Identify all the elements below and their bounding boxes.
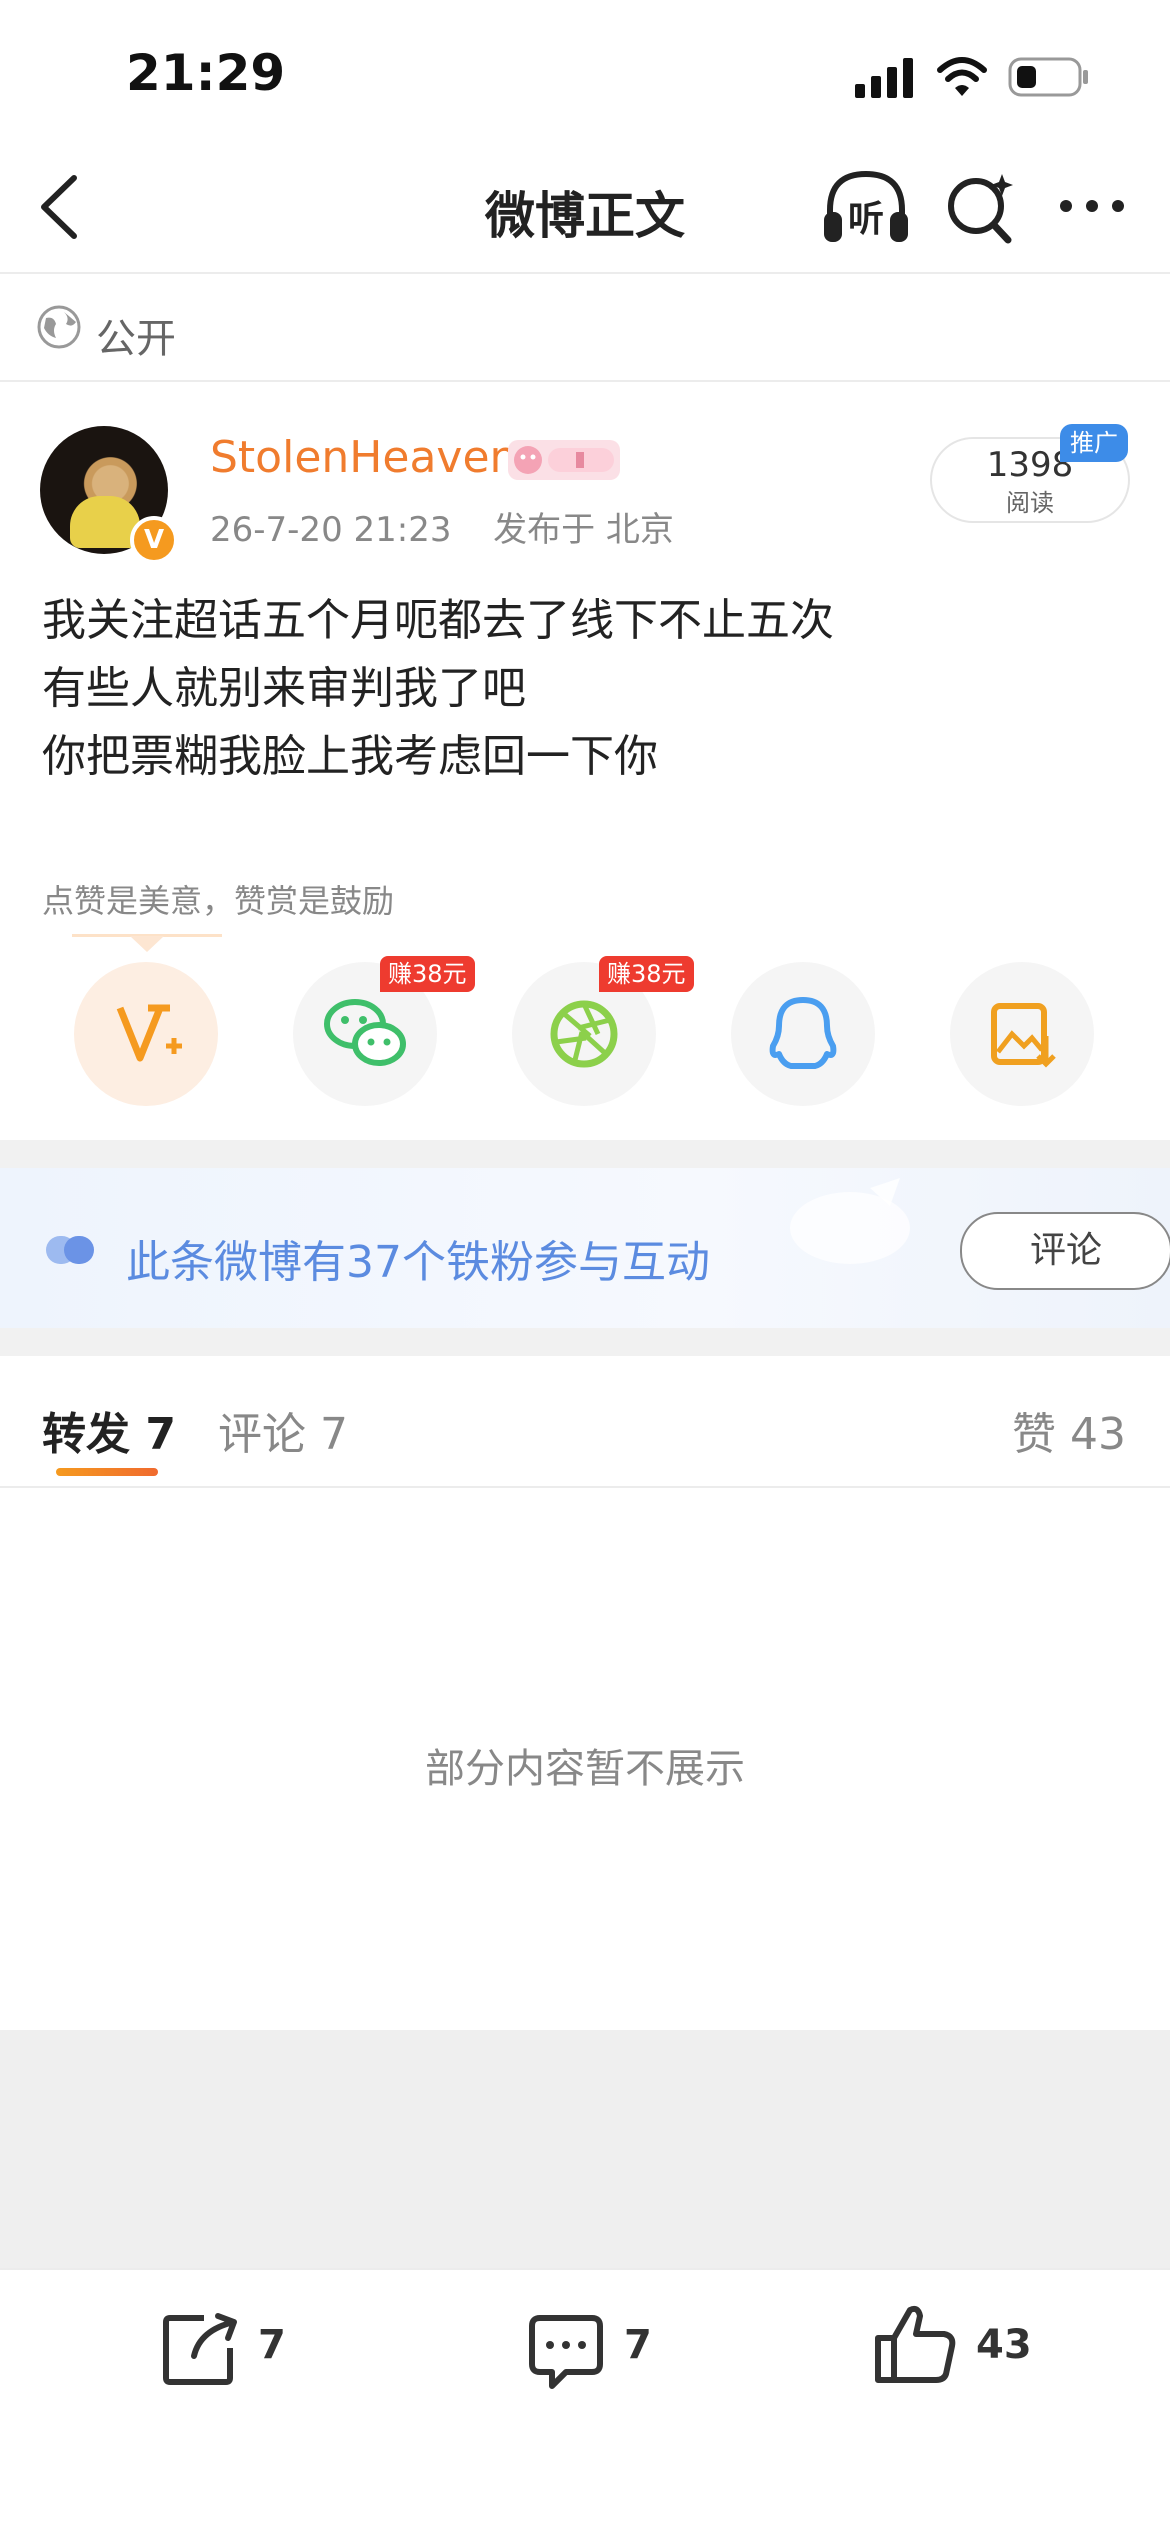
username[interactable]: StolenHeaven bbox=[210, 432, 517, 483]
search-sparkle-icon bbox=[948, 174, 1013, 244]
bottom-repost-button[interactable] bbox=[160, 2308, 310, 2398]
fan-interaction-text[interactable]: 此条微博有37个铁粉参与互动 bbox=[126, 1226, 710, 1290]
fan-comment-button[interactable]: 评论 bbox=[960, 1212, 1170, 1290]
more-dots-icon bbox=[1060, 200, 1124, 212]
share-qq-button[interactable] bbox=[731, 962, 875, 1106]
vplus-reward-button[interactable] bbox=[74, 962, 218, 1106]
tabs-divider bbox=[0, 1486, 1170, 1488]
search-button[interactable] bbox=[944, 170, 1016, 246]
promo-badge[interactable]: 推广 bbox=[1060, 424, 1128, 462]
cellular-signal-icon bbox=[855, 58, 917, 98]
image-download-icon bbox=[991, 1003, 1056, 1068]
empty-area bbox=[0, 2030, 1170, 2268]
nav-divider bbox=[0, 272, 1170, 274]
like-count: 43 bbox=[976, 2322, 1032, 2368]
post-text-line: 我关注超话五个月呃都去了线下不止五次 bbox=[42, 595, 834, 646]
comment-bubble-icon bbox=[529, 2315, 603, 2389]
post-meta: 26-7-20 21:23 发布于 北京 bbox=[210, 502, 674, 551]
thumbs-up-icon bbox=[875, 2305, 956, 2383]
listen-label: 听 bbox=[847, 199, 884, 240]
earn-badge: 赚38元 bbox=[380, 956, 475, 992]
globe-icon bbox=[36, 304, 82, 350]
reward-hint: 点赞是美意，赞赏是鼓励 bbox=[42, 882, 395, 920]
tab-comment[interactable]: 评论 7 bbox=[218, 1398, 348, 1462]
bottom-comment-button[interactable] bbox=[526, 2312, 676, 2402]
section-gap bbox=[0, 1328, 1170, 1356]
battery-icon bbox=[1008, 55, 1090, 99]
post-text-line: 有些人就别来审判我了吧 bbox=[42, 663, 526, 714]
bottom-like-button[interactable] bbox=[874, 2302, 1074, 2392]
status-time: 21:29 bbox=[126, 44, 286, 102]
hidden-content-note: 部分内容暂不展示 bbox=[425, 1746, 745, 1792]
repost-count: 7 bbox=[258, 2322, 286, 2368]
read-label: 阅读 bbox=[1006, 489, 1054, 517]
section-gap bbox=[0, 1140, 1170, 1168]
comment-count: 7 bbox=[624, 2322, 652, 2368]
wifi-icon bbox=[936, 56, 988, 98]
tab-active-indicator bbox=[56, 1468, 158, 1476]
reward-pointer-icon bbox=[130, 936, 164, 954]
verified-badge-icon: V bbox=[130, 516, 178, 564]
vplus-icon bbox=[116, 1004, 182, 1062]
visibility-label: 公开 bbox=[96, 316, 176, 362]
earn-badge: 赚38元 bbox=[599, 956, 694, 992]
share-icon bbox=[163, 2313, 237, 2385]
more-button[interactable] bbox=[1056, 190, 1128, 222]
qq-penguin-icon bbox=[769, 997, 837, 1069]
post-location: 发布于 北京 bbox=[493, 510, 674, 550]
fan-icon bbox=[46, 1232, 104, 1268]
tab-like[interactable]: 赞 43 bbox=[1012, 1398, 1126, 1462]
visibility-divider bbox=[0, 380, 1170, 382]
listen-button[interactable]: 听 bbox=[822, 168, 910, 248]
post-timestamp: 26-7-20 21:23 bbox=[210, 510, 452, 550]
fan-badge-icon[interactable] bbox=[508, 440, 620, 480]
post-text-line: 你把票糊我脸上我考虑回一下你 bbox=[42, 731, 658, 782]
save-image-button[interactable] bbox=[950, 962, 1094, 1106]
decoration-icon bbox=[790, 1178, 910, 1264]
tab-repost[interactable]: 转发 7 bbox=[42, 1398, 176, 1462]
